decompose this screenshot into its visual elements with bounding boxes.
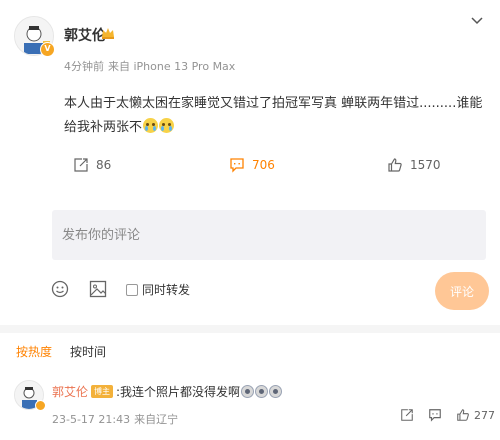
comment-line: 郭艾伦 博主 :我连个照片都没得发啊: [52, 383, 283, 400]
post-meta: 4分钟前 来自 iPhone 13 Pro Max: [64, 58, 235, 74]
comment-input[interactable]: [52, 210, 486, 260]
like-count: 1570: [410, 158, 441, 172]
post-text: 本人由于太懒太困在家睡觉又错过了拍冠军写真 蝉联两年错过.........谁能给…: [64, 96, 483, 135]
repost-button[interactable]: 86: [73, 150, 111, 180]
post-actions: 86 706 1570: [0, 150, 500, 180]
repost-icon: [401, 409, 413, 421]
shocked-emoji-icon: [269, 385, 283, 398]
shocked-emoji-icon: [255, 385, 269, 398]
section-divider: [0, 325, 500, 333]
comment-reply-button[interactable]: [428, 408, 442, 422]
post-content: 本人由于太懒太困在家睡觉又错过了拍冠军写真 蝉联两年错过.........谁能给…: [64, 92, 494, 140]
emoji-icon[interactable]: [50, 279, 70, 299]
blogger-badge: 博主: [91, 385, 114, 398]
weibo-post: V 郭艾伦 4分钟前 来自 iPhone 13 Pro Max 本人由于太懒太困在…: [0, 0, 500, 325]
post-source: 来自 iPhone 13 Pro Max: [108, 60, 236, 73]
chevron-down-icon[interactable]: [470, 16, 484, 26]
crown-icon: [102, 28, 114, 39]
comment-repost-button[interactable]: [400, 408, 414, 422]
crying-emoji-icon: [159, 118, 175, 133]
thumbs-up-icon: [457, 409, 469, 421]
thumbs-up-icon: [388, 158, 402, 172]
comment-source: 来自辽宁: [134, 413, 179, 426]
image-icon[interactable]: [88, 279, 108, 299]
crying-emoji-icon: [143, 118, 159, 133]
comment-like-button[interactable]: 277: [456, 408, 495, 422]
like-button[interactable]: 1570: [387, 150, 441, 180]
comment-like-count: 277: [474, 408, 495, 422]
comment-actions: 277: [400, 408, 495, 422]
repost-count: 86: [96, 158, 112, 172]
comment-meta: 23-5-17 21:43 来自辽宁: [52, 411, 178, 427]
comment-count: 706: [252, 158, 275, 172]
repost-checkbox[interactable]: 同时转发: [126, 281, 190, 298]
shocked-emoji-icon: [241, 385, 255, 398]
comment-input-box[interactable]: [52, 210, 486, 260]
verified-badge-icon: [35, 400, 46, 411]
comment-author-avatar[interactable]: [14, 380, 46, 422]
comment-icon: [429, 409, 441, 422]
comment-time: 23-5-17 21:43: [52, 413, 131, 426]
tab-sort-time[interactable]: 按时间: [70, 343, 106, 360]
checkbox-box[interactable]: [126, 283, 138, 296]
composer-toolbar: 同时转发: [0, 275, 500, 305]
comment-button[interactable]: 706: [229, 150, 275, 180]
verified-badge-icon: V: [40, 42, 55, 57]
submit-comment-button[interactable]: 评论: [435, 272, 489, 310]
post-time[interactable]: 4分钟前: [64, 60, 104, 73]
tab-sort-hot[interactable]: 按热度: [16, 343, 52, 360]
comment-icon: [230, 158, 244, 173]
comment-text: :我连个照片都没得发啊: [116, 385, 241, 399]
author-avatar[interactable]: V: [14, 16, 55, 68]
repost-icon: [74, 158, 88, 172]
comment-author-name[interactable]: 郭艾伦: [52, 383, 88, 400]
comment-sort-tabs: 按热度 按时间: [16, 343, 124, 360]
repost-checkbox-label: 同时转发: [142, 283, 191, 297]
